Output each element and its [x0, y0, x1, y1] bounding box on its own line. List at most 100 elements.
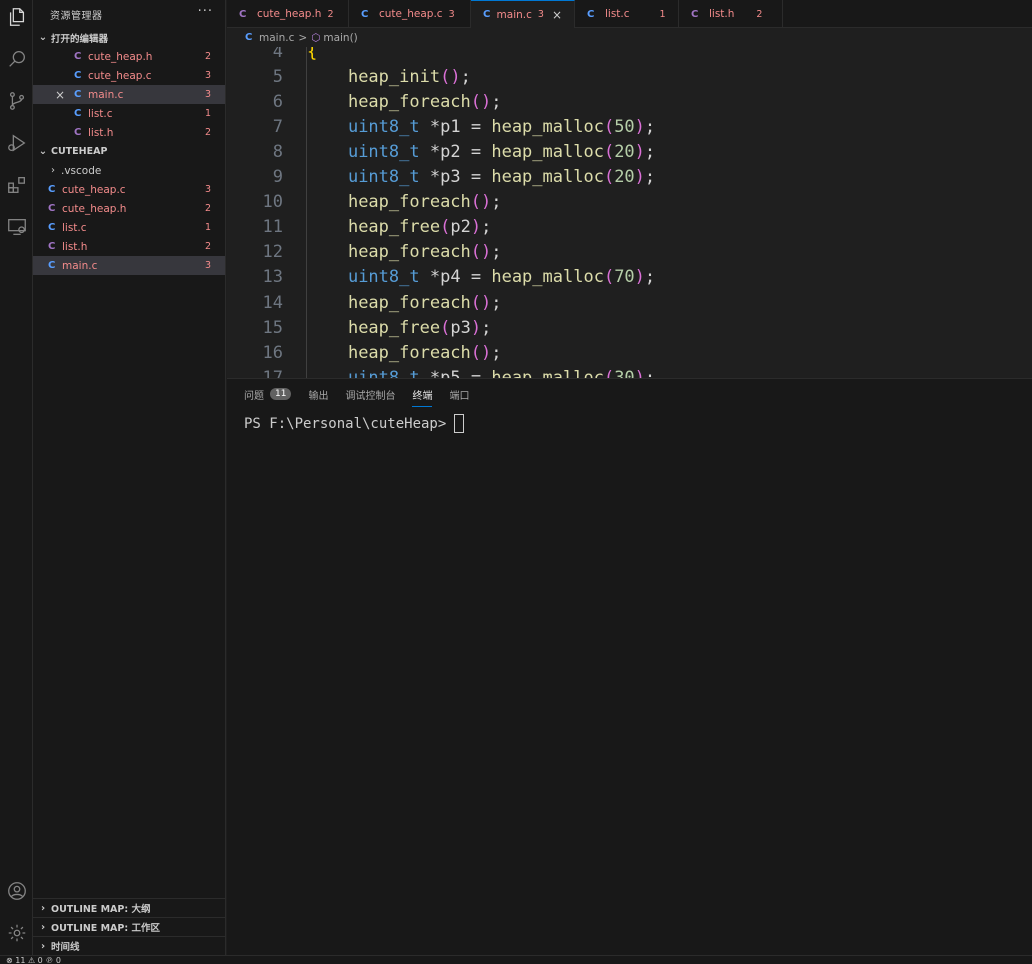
more-actions-button[interactable]: ··· [198, 4, 213, 19]
c-file-icon: C [483, 9, 491, 20]
settings-gear-icon[interactable] [0, 916, 33, 950]
c-file-icon: C [74, 89, 82, 100]
c-file-icon: C [48, 222, 56, 233]
folder-header[interactable]: ⌄ CUTEHEAP [33, 142, 225, 161]
remote-explorer-icon[interactable] [0, 210, 33, 244]
line-number: 11 [262, 217, 283, 238]
tab-label: list.h [709, 8, 735, 20]
file-item[interactable]: C list.h 2 [33, 237, 225, 256]
tab-cute-heap-h[interactable]: C cute_heap.h 2 [227, 0, 349, 28]
c-file-icon: C [691, 8, 699, 20]
explorer-header: 资源管理器 ··· [33, 0, 225, 28]
tab-label: 调试控制台 [345, 390, 396, 402]
open-editor-item-active[interactable]: × C main.c 3 [33, 85, 225, 104]
tab-output[interactable]: 输出 [308, 379, 328, 409]
bottom-panel: 问题 11 输出 调试控制台 终端 端口 PS F:\Personal\cute… [227, 378, 1032, 955]
code-line: 4{ [227, 47, 1032, 64]
tab-cute-heap-c[interactable]: C cute_heap.c 3 [349, 0, 471, 28]
code-text: uint8_t *p4 = heap_malloc(70); [347, 267, 656, 288]
file-item[interactable]: C cute_heap.h 2 [33, 199, 225, 218]
c-file-icon: C [245, 32, 253, 43]
open-editors-header[interactable]: ⌄ 打开的编辑器 [33, 28, 225, 47]
file-item-selected[interactable]: C main.c 3 [33, 256, 225, 275]
tab-ports[interactable]: 端口 [449, 379, 469, 409]
chevron-down-icon: ⌄ [38, 146, 48, 157]
problem-count-badge: 2 [204, 203, 211, 214]
outline-map-workspace-header[interactable]: › OUTLINE MAP: 工作区 [33, 917, 226, 936]
open-editor-item[interactable]: C cute_heap.c 3 [33, 66, 225, 85]
line-number: 14 [262, 292, 283, 313]
line-number: 15 [262, 317, 283, 338]
bottom-sections: › OUTLINE MAP: 大纲 › OUTLINE MAP: 工作区 › 时… [33, 898, 226, 955]
tab-label: 问题 [244, 390, 264, 402]
tab-list-c[interactable]: C list.c 1 [575, 0, 679, 28]
extensions-icon[interactable] [0, 168, 33, 202]
code-line: 10 heap_foreach(); [227, 190, 1032, 215]
tab-debug-console[interactable]: 调试控制台 [345, 379, 395, 409]
terminal[interactable]: PS F:\Personal\cuteHeap> [244, 414, 465, 433]
function-symbol-icon: ⬡ [311, 31, 321, 44]
folder-item[interactable]: › .vscode [33, 161, 225, 180]
c-file-icon: C [239, 8, 247, 20]
section-label: 时间线 [51, 942, 80, 953]
code-line: 6 heap_foreach(); [227, 89, 1032, 114]
close-icon[interactable]: × [552, 8, 562, 22]
run-debug-icon[interactable] [0, 126, 33, 160]
tab-terminal[interactable]: 终端 [412, 379, 433, 409]
file-name: list.h [62, 240, 88, 253]
code-text: uint8_t *p3 = heap_malloc(20); [347, 167, 656, 187]
chevron-right-icon: › [40, 902, 46, 914]
tab-main-c[interactable]: C main.c 3 × [471, 0, 575, 28]
file-name: main.c [88, 88, 124, 101]
file-name: list.h [88, 126, 114, 139]
chevron-right-icon: › [40, 940, 46, 952]
c-file-icon: C [74, 51, 82, 62]
open-editor-item[interactable]: C list.h 2 [33, 123, 225, 142]
source-control-icon[interactable] [0, 84, 33, 118]
breadcrumb: C main.c > ⬡ main() [227, 28, 1032, 47]
c-file-icon: C [48, 203, 56, 214]
tab-label: 终端 [412, 390, 433, 402]
open-editor-item[interactable]: C list.c 1 [33, 104, 225, 123]
code-line: 12 heap_foreach(); [227, 240, 1032, 265]
code-text: uint8_t *p5 = heap_malloc(30); [347, 367, 656, 378]
problem-count-badge: 3 [537, 9, 544, 20]
problem-count-badge: 3 [204, 70, 211, 81]
status-problems[interactable]: ⊗ 11 ⚠ 0 ℗ 0 [6, 956, 61, 964]
code-line: 8 uint8_t *p2 = heap_malloc(20); [227, 139, 1032, 164]
explorer-title: 资源管理器 [50, 10, 103, 22]
line-number: 12 [262, 242, 283, 263]
line-number: 8 [272, 141, 283, 162]
code-text: uint8_t *p1 = heap_malloc(50); [347, 116, 656, 137]
code-editor[interactable]: 4{5 heap_init(); 6 heap_foreach(); 7 uint8… [227, 47, 1032, 378]
code-text: heap_foreach(); [347, 242, 502, 263]
code-line: 15 heap_free(p3); [227, 315, 1032, 340]
line-number: 7 [272, 116, 283, 137]
folder-label: CUTEHEAP [51, 146, 108, 157]
tab-list-h[interactable]: C list.h 2 [679, 0, 783, 28]
terminal-prompt: PS F:\Personal\cuteHeap> [244, 415, 447, 432]
account-icon[interactable] [0, 874, 33, 908]
timeline-header[interactable]: › 时间线 [33, 936, 226, 955]
problem-count-badge: 1 [204, 108, 211, 119]
search-icon[interactable] [0, 42, 33, 76]
c-file-icon: C [361, 8, 369, 20]
close-icon[interactable]: × [55, 88, 65, 102]
c-file-icon: C [48, 184, 56, 195]
tab-problems[interactable]: 问题 11 [244, 379, 292, 409]
tab-label: cute_heap.c [379, 8, 443, 20]
line-number: 17 [262, 367, 283, 378]
problem-count-badge: 3 [204, 184, 211, 195]
file-item[interactable]: C cute_heap.c 3 [33, 180, 225, 199]
outline-map-outline-header[interactable]: › OUTLINE MAP: 大纲 [33, 898, 226, 917]
activity-bar [0, 0, 33, 955]
file-name: cute_heap.c [88, 69, 152, 82]
code-text: uint8_t *p2 = heap_malloc(20); [347, 141, 656, 162]
explorer-icon[interactable] [0, 0, 33, 34]
open-editor-item[interactable]: C cute_heap.h 2 [33, 47, 225, 66]
breadcrumb-file[interactable]: main.c [259, 32, 294, 44]
file-item[interactable]: C list.c 1 [33, 218, 225, 237]
c-file-icon: C [587, 8, 595, 20]
problem-count-badge: 3 [448, 8, 455, 20]
breadcrumb-symbol[interactable]: main() [323, 32, 357, 44]
